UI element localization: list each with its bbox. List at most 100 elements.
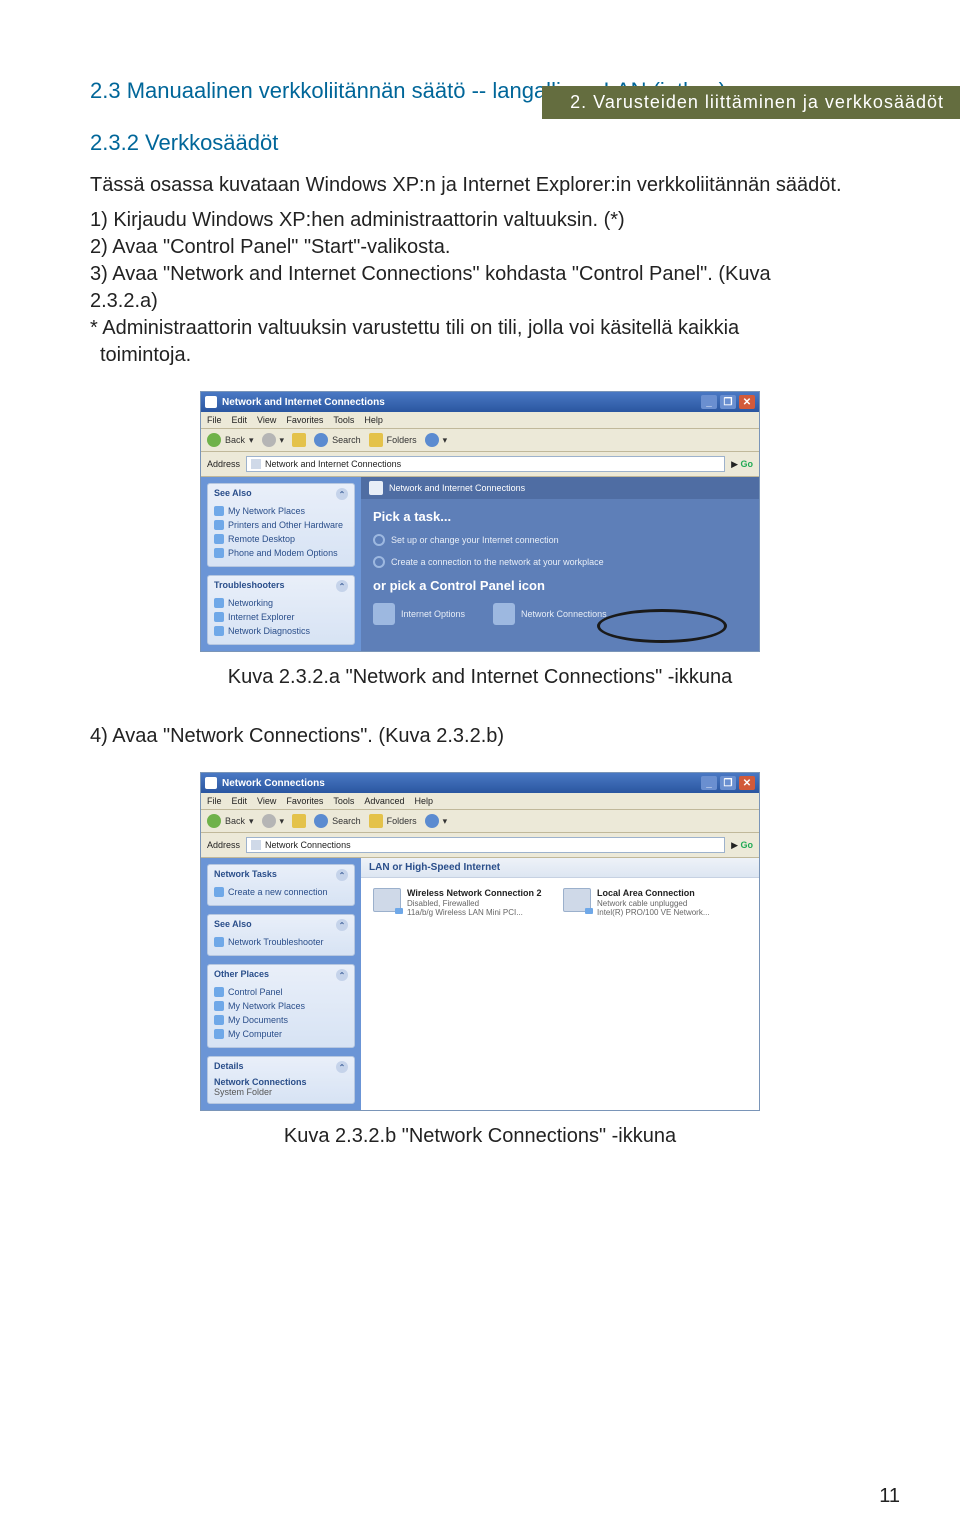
new-connection-icon <box>214 887 224 897</box>
collapse-icon[interactable]: ⌃ <box>336 969 348 981</box>
connection-item[interactable]: Wireless Network Connection 2 Disabled, … <box>373 888 545 918</box>
back-button[interactable]: Back ▾ <box>207 433 254 447</box>
see-also-item[interactable]: My Network Places <box>214 504 348 518</box>
menu-view[interactable]: View <box>257 796 276 806</box>
sidebar: Network Tasks⌃ Create a new connection S… <box>201 858 361 1110</box>
titlebar: Network and Internet Connections _ ❐ ✕ <box>201 392 759 412</box>
see-also-item[interactable]: Network Troubleshooter <box>214 935 348 949</box>
panel-other-places: Other Places ⌃ Control Panel My Network P… <box>207 964 355 1048</box>
back-button[interactable]: Back ▾ <box>207 814 254 828</box>
window-icon <box>205 777 217 789</box>
collapse-icon[interactable]: ⌃ <box>336 1061 348 1073</box>
collapse-icon[interactable]: ⌃ <box>336 919 348 931</box>
address-icon <box>251 840 261 850</box>
see-also-item[interactable]: Remote Desktop <box>214 532 348 546</box>
address-icon <box>251 459 261 469</box>
folders-button[interactable]: Folders <box>369 433 417 447</box>
see-also-item[interactable]: Phone and Modem Options <box>214 546 348 560</box>
other-place-item[interactable]: My Computer <box>214 1027 348 1041</box>
menu-favorites[interactable]: Favorites <box>286 796 323 806</box>
maximize-button[interactable]: ❐ <box>720 776 736 790</box>
troubleshoot-item[interactable]: Internet Explorer <box>214 610 348 624</box>
menu-edit[interactable]: Edit <box>232 796 248 806</box>
note-line1: * Administraattorin valtuuksin varustett… <box>90 315 870 342</box>
connection-name: Wireless Network Connection 2 <box>407 888 541 899</box>
collapse-icon[interactable]: ⌃ <box>336 869 348 881</box>
sidebar: See Also⌃ My Network Places Printers and… <box>201 477 361 651</box>
forward-button[interactable]: ▾ <box>262 433 285 447</box>
task-link[interactable]: Create a connection to the network at yo… <box>373 556 747 568</box>
printer-icon <box>214 520 224 530</box>
menu-view[interactable]: View <box>257 415 276 425</box>
menu-tools[interactable]: Tools <box>333 415 354 425</box>
other-place-item[interactable]: My Network Places <box>214 999 348 1013</box>
forward-button[interactable]: ▾ <box>262 814 285 828</box>
minimize-button[interactable]: _ <box>701 776 717 790</box>
window-network-connections: Network Connections _ ❐ ✕ File Edit View… <box>200 772 760 1111</box>
other-place-item[interactable]: My Documents <box>214 1013 348 1027</box>
address-field[interactable]: Network and Internet Connections <box>246 456 725 472</box>
search-button[interactable]: Search <box>314 814 361 828</box>
details-sub: System Folder <box>214 1087 348 1097</box>
menu-file[interactable]: File <box>207 796 222 806</box>
cp-icon-internet-options[interactable]: Internet Options <box>373 603 465 625</box>
panel-troubleshooters: Troubleshooters ⌃ Networking Internet Exp… <box>207 575 355 645</box>
category-row: Network and Internet Connections <box>361 477 759 499</box>
other-places-title: Other Places <box>214 969 269 981</box>
other-place-item[interactable]: Control Panel <box>214 985 348 999</box>
see-also-item[interactable]: Printers and Other Hardware <box>214 518 348 532</box>
collapse-icon[interactable]: ⌃ <box>336 580 348 592</box>
up-button[interactable] <box>292 433 306 447</box>
search-button[interactable]: Search <box>314 433 361 447</box>
panel-network-tasks: Network Tasks⌃ Create a new connection <box>207 864 355 906</box>
minimize-button[interactable]: _ <box>701 395 717 409</box>
menu-help[interactable]: Help <box>364 415 383 425</box>
close-button[interactable]: ✕ <box>739 395 755 409</box>
note-line2: toimintoja. <box>100 342 870 369</box>
menu-file[interactable]: File <box>207 415 222 425</box>
go-button[interactable]: ▶ Go <box>731 459 753 470</box>
connection-status: Network cable unplugged <box>597 899 709 909</box>
collapse-icon[interactable]: ⌃ <box>336 488 348 500</box>
menubar: File Edit View Favorites Tools Advanced … <box>201 793 759 810</box>
forward-icon <box>262 433 276 447</box>
views-button[interactable]: ▾ <box>425 433 448 447</box>
menu-favorites[interactable]: Favorites <box>286 415 323 425</box>
menu-edit[interactable]: Edit <box>232 415 248 425</box>
folders-button[interactable]: Folders <box>369 814 417 828</box>
cp-icon-network-connections[interactable]: Network Connections <box>493 603 607 625</box>
address-label: Address <box>207 459 240 469</box>
views-button[interactable]: ▾ <box>425 814 448 828</box>
back-icon <box>207 433 221 447</box>
figure-2: Network Connections _ ❐ ✕ File Edit View… <box>90 772 870 1111</box>
connection-status: Disabled, Firewalled <box>407 899 541 909</box>
task-link[interactable]: Set up or change your Internet connectio… <box>373 534 747 546</box>
up-icon <box>292 814 306 828</box>
step-1: 1) Kirjaudu Windows XP:hen administraatt… <box>90 207 870 234</box>
troubleshoot-item[interactable]: Networking <box>214 596 348 610</box>
window-title: Network and Internet Connections <box>222 397 385 408</box>
close-button[interactable]: ✕ <box>739 776 755 790</box>
troubleshooters-title: Troubleshooters <box>214 580 285 592</box>
network-connections-icon <box>493 603 515 625</box>
network-task-item[interactable]: Create a new connection <box>214 885 348 899</box>
maximize-button[interactable]: ❐ <box>720 395 736 409</box>
up-button[interactable] <box>292 814 306 828</box>
menu-help[interactable]: Help <box>414 796 433 806</box>
menu-tools[interactable]: Tools <box>333 796 354 806</box>
category-icon <box>369 481 383 495</box>
net-icon <box>214 598 224 608</box>
places-icon <box>214 506 224 516</box>
wireless-icon <box>373 888 401 912</box>
address-bar: Address Network and Internet Connections… <box>201 452 759 477</box>
address-field[interactable]: Network Connections <box>246 837 725 853</box>
page: 2. Varusteiden liittäminen ja verkkosääd… <box>0 78 960 1528</box>
go-button[interactable]: ▶ Go <box>731 840 753 851</box>
menu-advanced[interactable]: Advanced <box>364 796 404 806</box>
step-2: 2) Avaa "Control Panel" "Start"-valikost… <box>90 234 870 261</box>
connection-item[interactable]: Local Area Connection Network cable unpl… <box>563 888 735 918</box>
troubleshoot-item[interactable]: Network Diagnostics <box>214 624 348 638</box>
connection-device: Intel(R) PRO/100 VE Network... <box>597 908 709 918</box>
step-3-line1: 3) Avaa "Network and Internet Connection… <box>90 261 870 288</box>
window-title: Network Connections <box>222 778 325 789</box>
